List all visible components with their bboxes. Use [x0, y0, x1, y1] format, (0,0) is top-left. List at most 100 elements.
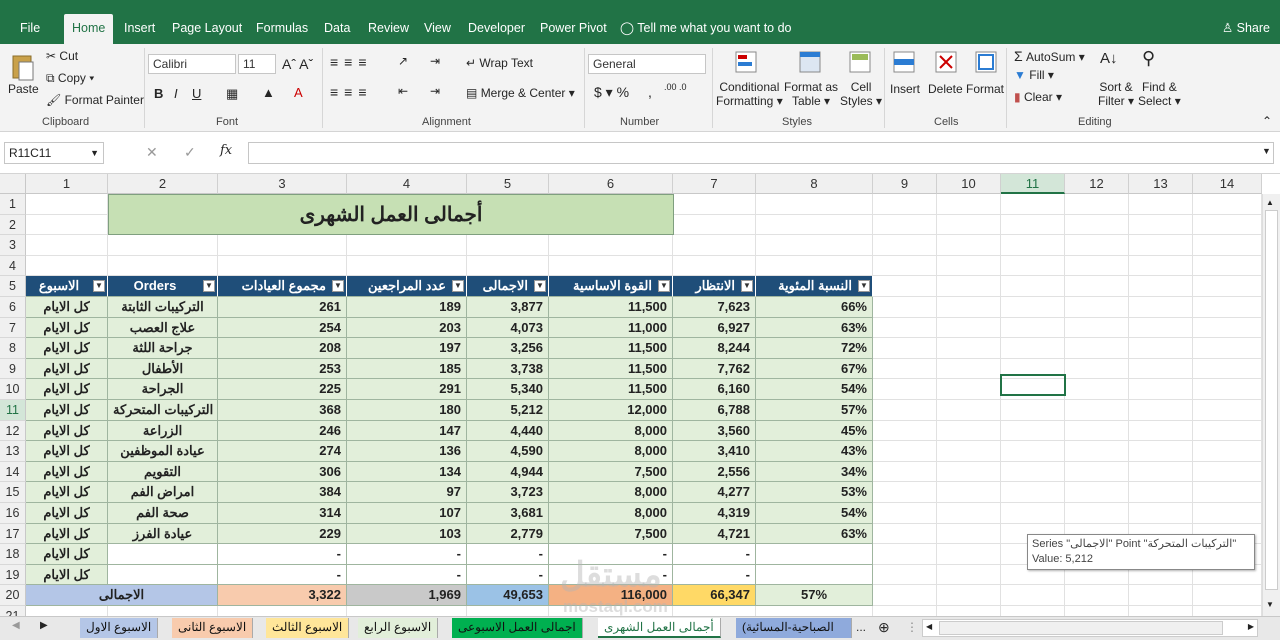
value-cell[interactable]	[756, 564, 873, 586]
value-cell[interactable]: 11,000	[549, 317, 673, 339]
value-cell[interactable]: 291	[347, 379, 467, 400]
selected-cell[interactable]	[1000, 374, 1066, 396]
value-cell[interactable]: 274	[218, 441, 347, 462]
cell-styles-button[interactable]: Cell Styles ▾	[840, 80, 882, 108]
column-header-6[interactable]: 6	[549, 174, 673, 194]
table-header[interactable]: الاسبوع ▼	[26, 276, 108, 297]
filter-dropdown-icon[interactable]: ▼	[203, 280, 215, 293]
value-cell[interactable]: 6,160	[673, 379, 756, 400]
sheet-tab-monthly-total[interactable]: أجمالى العمل الشهرى	[598, 618, 721, 638]
value-cell[interactable]: 8,000	[549, 482, 673, 503]
total-cell[interactable]: 57%	[756, 585, 873, 606]
value-cell[interactable]: 2,556	[673, 461, 756, 483]
column-header-10[interactable]: 10	[937, 174, 1001, 194]
week-cell[interactable]: كل الايام	[26, 297, 108, 318]
column-header-4[interactable]: 4	[347, 174, 467, 194]
value-cell[interactable]: 54%	[756, 503, 873, 524]
tab-page-layout[interactable]: Page Layout	[164, 14, 250, 44]
order-cell[interactable]: عيادة الموظفين	[108, 441, 218, 462]
insert-cells-button[interactable]: Insert	[890, 82, 920, 96]
tab-file[interactable]: File	[12, 14, 48, 44]
value-cell[interactable]: 180	[347, 400, 467, 421]
conditional-formatting-icon[interactable]	[732, 48, 760, 76]
column-header-8[interactable]: 8	[756, 174, 873, 194]
row-header-5[interactable]: 5	[0, 276, 26, 297]
share-button[interactable]: ♙ Share	[1222, 20, 1270, 35]
order-cell[interactable]: جراحة اللثة	[108, 338, 218, 359]
total-label[interactable]: الاجمالى	[26, 585, 218, 606]
sheet-tab-week-1[interactable]: الاسبوع الاول	[80, 618, 159, 638]
scroll-left-icon[interactable]: ◀	[926, 622, 932, 631]
week-cell[interactable]: كل الايام	[26, 317, 108, 339]
row-header-7[interactable]: 7	[0, 317, 26, 339]
order-cell[interactable]: عيادة الفرز	[108, 523, 218, 545]
expand-formula-icon[interactable]: ▼	[1262, 146, 1271, 156]
bold-icon[interactable]: B	[154, 86, 163, 101]
order-cell[interactable]: الزراعة	[108, 420, 218, 442]
value-cell[interactable]: 63%	[756, 317, 873, 339]
value-cell[interactable]: 3,256	[467, 338, 549, 359]
row-header-17[interactable]: 17	[0, 523, 26, 545]
border-icon[interactable]: ▦	[226, 86, 238, 102]
value-cell[interactable]: 136	[347, 441, 467, 462]
filter-dropdown-icon[interactable]: ▼	[332, 280, 344, 293]
row-header-3[interactable]: 3	[0, 235, 26, 256]
order-cell[interactable]	[108, 544, 218, 565]
table-header[interactable]: مجموع العيادات ▼	[218, 276, 347, 297]
filter-dropdown-icon[interactable]: ▼	[658, 280, 670, 293]
week-cell[interactable]: كل الايام	[26, 461, 108, 483]
value-cell[interactable]: 208	[218, 338, 347, 359]
row-header-6[interactable]: 6	[0, 297, 26, 318]
sheet-tab-week-3[interactable]: الاسبوع الثالث	[266, 618, 350, 638]
order-cell[interactable]	[108, 564, 218, 586]
value-cell[interactable]: 67%	[756, 358, 873, 380]
format-as-table-button[interactable]: Format as Table ▾	[784, 80, 838, 108]
fill-button[interactable]: ▼ Fill ▾	[1014, 68, 1054, 82]
value-cell[interactable]: 3,877	[467, 297, 549, 318]
week-cell[interactable]: كل الايام	[26, 400, 108, 421]
tab-power-pivot[interactable]: Power Pivot	[532, 14, 615, 44]
value-cell[interactable]: 45%	[756, 420, 873, 442]
cell-styles-icon[interactable]	[846, 48, 874, 76]
value-cell[interactable]: 11,500	[549, 358, 673, 380]
row-header-15[interactable]: 15	[0, 482, 26, 503]
column-header-14[interactable]: 14	[1193, 174, 1262, 194]
row-header-21[interactable]: 21	[0, 606, 26, 616]
sheet-tab-weekly-total[interactable]: اجمالى العمل الاسبوعى	[452, 618, 583, 638]
row-header-18[interactable]: 18	[0, 544, 26, 565]
clear-button[interactable]: ▮ Clear ▾	[1014, 90, 1062, 104]
decimal-icon[interactable]: .00 .0	[664, 82, 687, 92]
value-cell[interactable]: 203	[347, 317, 467, 339]
tab-developer[interactable]: Developer	[460, 14, 533, 44]
more-sheets-icon[interactable]: ...	[856, 620, 866, 634]
paste-button[interactable]: Paste	[8, 82, 39, 96]
merge-center-button[interactable]: ▤ Merge & Center ▾	[466, 86, 575, 100]
value-cell[interactable]: 4,073	[467, 317, 549, 339]
format-painter-button[interactable]: 🖌 Format Painter	[46, 93, 144, 107]
total-cell[interactable]: 1,969	[347, 585, 467, 606]
value-cell[interactable]: 225	[218, 379, 347, 400]
comma-icon[interactable]: ,	[648, 84, 652, 100]
table-header[interactable]: عدد المراجعين ▼	[347, 276, 467, 297]
value-cell[interactable]: 11,500	[549, 338, 673, 359]
tab-home[interactable]: Home	[64, 14, 114, 44]
week-cell[interactable]: كل الايام	[26, 503, 108, 524]
font-size-select[interactable]: 11	[238, 54, 276, 74]
value-cell[interactable]: 7,623	[673, 297, 756, 318]
value-cell[interactable]: 246	[218, 420, 347, 442]
value-cell[interactable]: 43%	[756, 441, 873, 462]
value-cell[interactable]: 12,000	[549, 400, 673, 421]
value-cell[interactable]: 254	[218, 317, 347, 339]
horizontal-scrollbar[interactable]: ◀ ▶	[922, 619, 1258, 637]
value-cell[interactable]: 8,000	[549, 503, 673, 524]
tab-view[interactable]: View	[416, 14, 459, 44]
add-sheet-icon[interactable]: ⊕	[878, 619, 890, 636]
value-cell[interactable]: 3,681	[467, 503, 549, 524]
row-header-8[interactable]: 8	[0, 338, 26, 359]
value-cell[interactable]: 7,500	[549, 461, 673, 483]
value-cell[interactable]: 189	[347, 297, 467, 318]
week-cell[interactable]: كل الايام	[26, 564, 108, 586]
cancel-icon[interactable]: ✕	[146, 144, 158, 161]
scroll-up-icon[interactable]: ▲	[1266, 198, 1274, 207]
paste-icon[interactable]	[8, 50, 38, 84]
